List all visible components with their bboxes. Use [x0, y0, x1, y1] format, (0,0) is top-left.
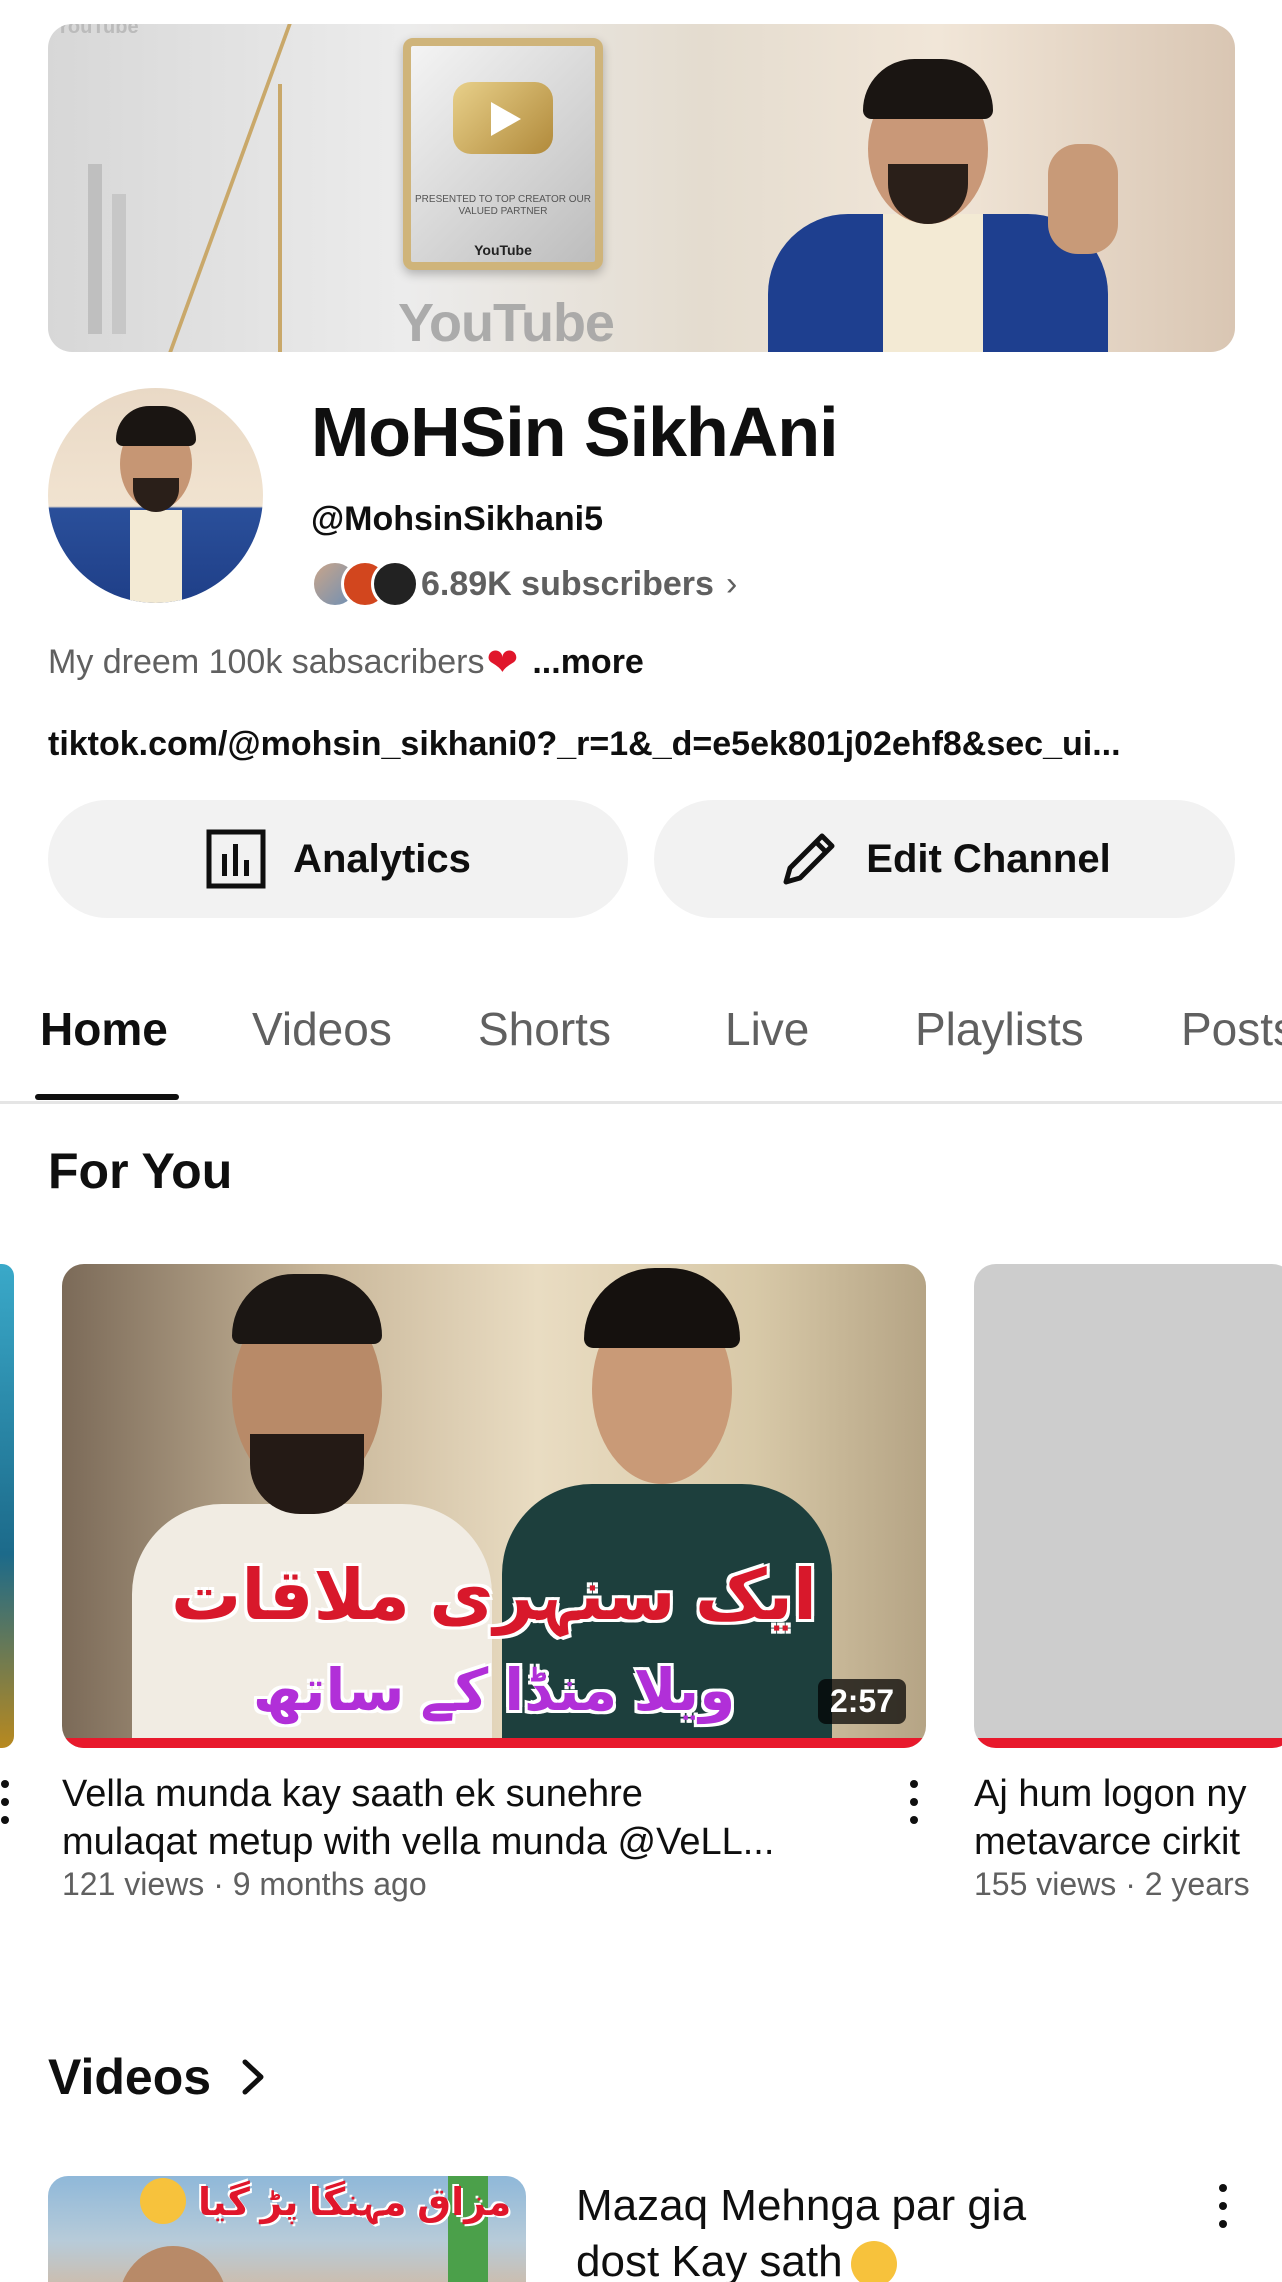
- previous-video-thumbnail[interactable]: [0, 1264, 14, 1748]
- video-thumbnail[interactable]: مزاق مہنگا پڑ گیا: [48, 2176, 526, 2282]
- channel-description[interactable]: My dreem 100k sabsacribers ❤ ...more: [48, 640, 644, 685]
- thumbnail-caption: مزاق مہنگا پڑ گیا: [198, 2182, 512, 2224]
- watch-progress-bar: [62, 1738, 926, 1748]
- channel-tabs: Home Videos Shorts Live Playlists Posts: [0, 990, 1282, 1104]
- more-options-icon[interactable]: [899, 1780, 929, 1824]
- subscribers-link[interactable]: 6.89K subscribers ›: [311, 560, 737, 608]
- tab-videos[interactable]: Videos: [252, 1002, 392, 1056]
- watch-progress-bar: [974, 1738, 1282, 1748]
- play-icon: [453, 82, 553, 154]
- thumbnail-caption: ویلا منڈا کے ساتھ: [252, 1658, 736, 1723]
- tab-posts[interactable]: Posts: [1181, 1002, 1282, 1056]
- channel-avatar[interactable]: [48, 388, 263, 603]
- pleading-face-emoji-icon: [850, 2241, 897, 2282]
- tab-live[interactable]: Live: [725, 1002, 809, 1056]
- creator-award-plaque: PRESENTED TO TOP CREATOR OUR VALUED PART…: [403, 38, 603, 270]
- subscriber-avatar: [371, 560, 419, 608]
- video-title[interactable]: Aj hum logon ny metavarce cirkit: [974, 1770, 1282, 1866]
- for-you-heading: For You: [48, 1143, 233, 1199]
- more-options-icon[interactable]: [1208, 2184, 1238, 2228]
- analytics-icon: [206, 829, 266, 889]
- video-duration: 2:57: [817, 1679, 906, 1724]
- edit-channel-button[interactable]: Edit Channel: [654, 800, 1235, 918]
- banner-youtube-wordmark: YouTube: [398, 293, 615, 352]
- channel-name: MoHSin SikhAni: [311, 393, 839, 471]
- active-tab-indicator: [35, 1094, 179, 1100]
- worried-face-emoji-icon: [140, 2178, 186, 2224]
- video-meta: 155 views · 2 years: [974, 1866, 1250, 1902]
- videos-heading: Videos: [48, 2049, 212, 2105]
- heart-icon: ❤: [486, 642, 519, 684]
- tab-shorts[interactable]: Shorts: [478, 1002, 611, 1056]
- person-photo: [118, 2246, 228, 2282]
- more-options-icon[interactable]: [0, 1780, 20, 1824]
- chevron-right-icon: ›: [725, 564, 738, 603]
- more-link[interactable]: ...more: [532, 643, 643, 682]
- video-thumbnail[interactable]: ایک سنہری ملاقات ویلا منڈا کے ساتھ 2:57: [62, 1264, 926, 1748]
- subscriber-count: 6.89K subscribers: [421, 564, 714, 603]
- videos-section-link[interactable]: Videos: [48, 2048, 273, 2106]
- channel-banner: YouTube PRESENTED TO TOP CREATOR OUR VAL…: [48, 24, 1235, 352]
- video-title[interactable]: Vella munda kay saath ek sunehre mulaqat…: [62, 1770, 882, 1866]
- analytics-button[interactable]: Analytics: [48, 800, 628, 918]
- banner-person-photo: [748, 44, 1168, 352]
- thumbnail-caption: ایک سنہری ملاقات: [171, 1556, 817, 1634]
- tab-playlists[interactable]: Playlists: [915, 1002, 1084, 1056]
- pencil-icon: [783, 833, 835, 885]
- video-title[interactable]: Mazaq Mehnga par gia dost Kay sath: [576, 2178, 1026, 2282]
- video-thumbnail[interactable]: [974, 1264, 1282, 1748]
- banner-youtube-logo-text: YouTube: [56, 24, 139, 38]
- chevron-right-icon: [242, 2059, 264, 2095]
- subscriber-avatars: [311, 560, 421, 608]
- video-meta: 121 views · 9 months ago: [62, 1866, 427, 1902]
- channel-link[interactable]: tiktok.com/@mohsin_sikhani0?_r=1&_d=e5ek…: [48, 725, 1238, 764]
- channel-handle: @MohsinSikhani5: [311, 500, 603, 538]
- tab-home[interactable]: Home: [40, 1002, 168, 1056]
